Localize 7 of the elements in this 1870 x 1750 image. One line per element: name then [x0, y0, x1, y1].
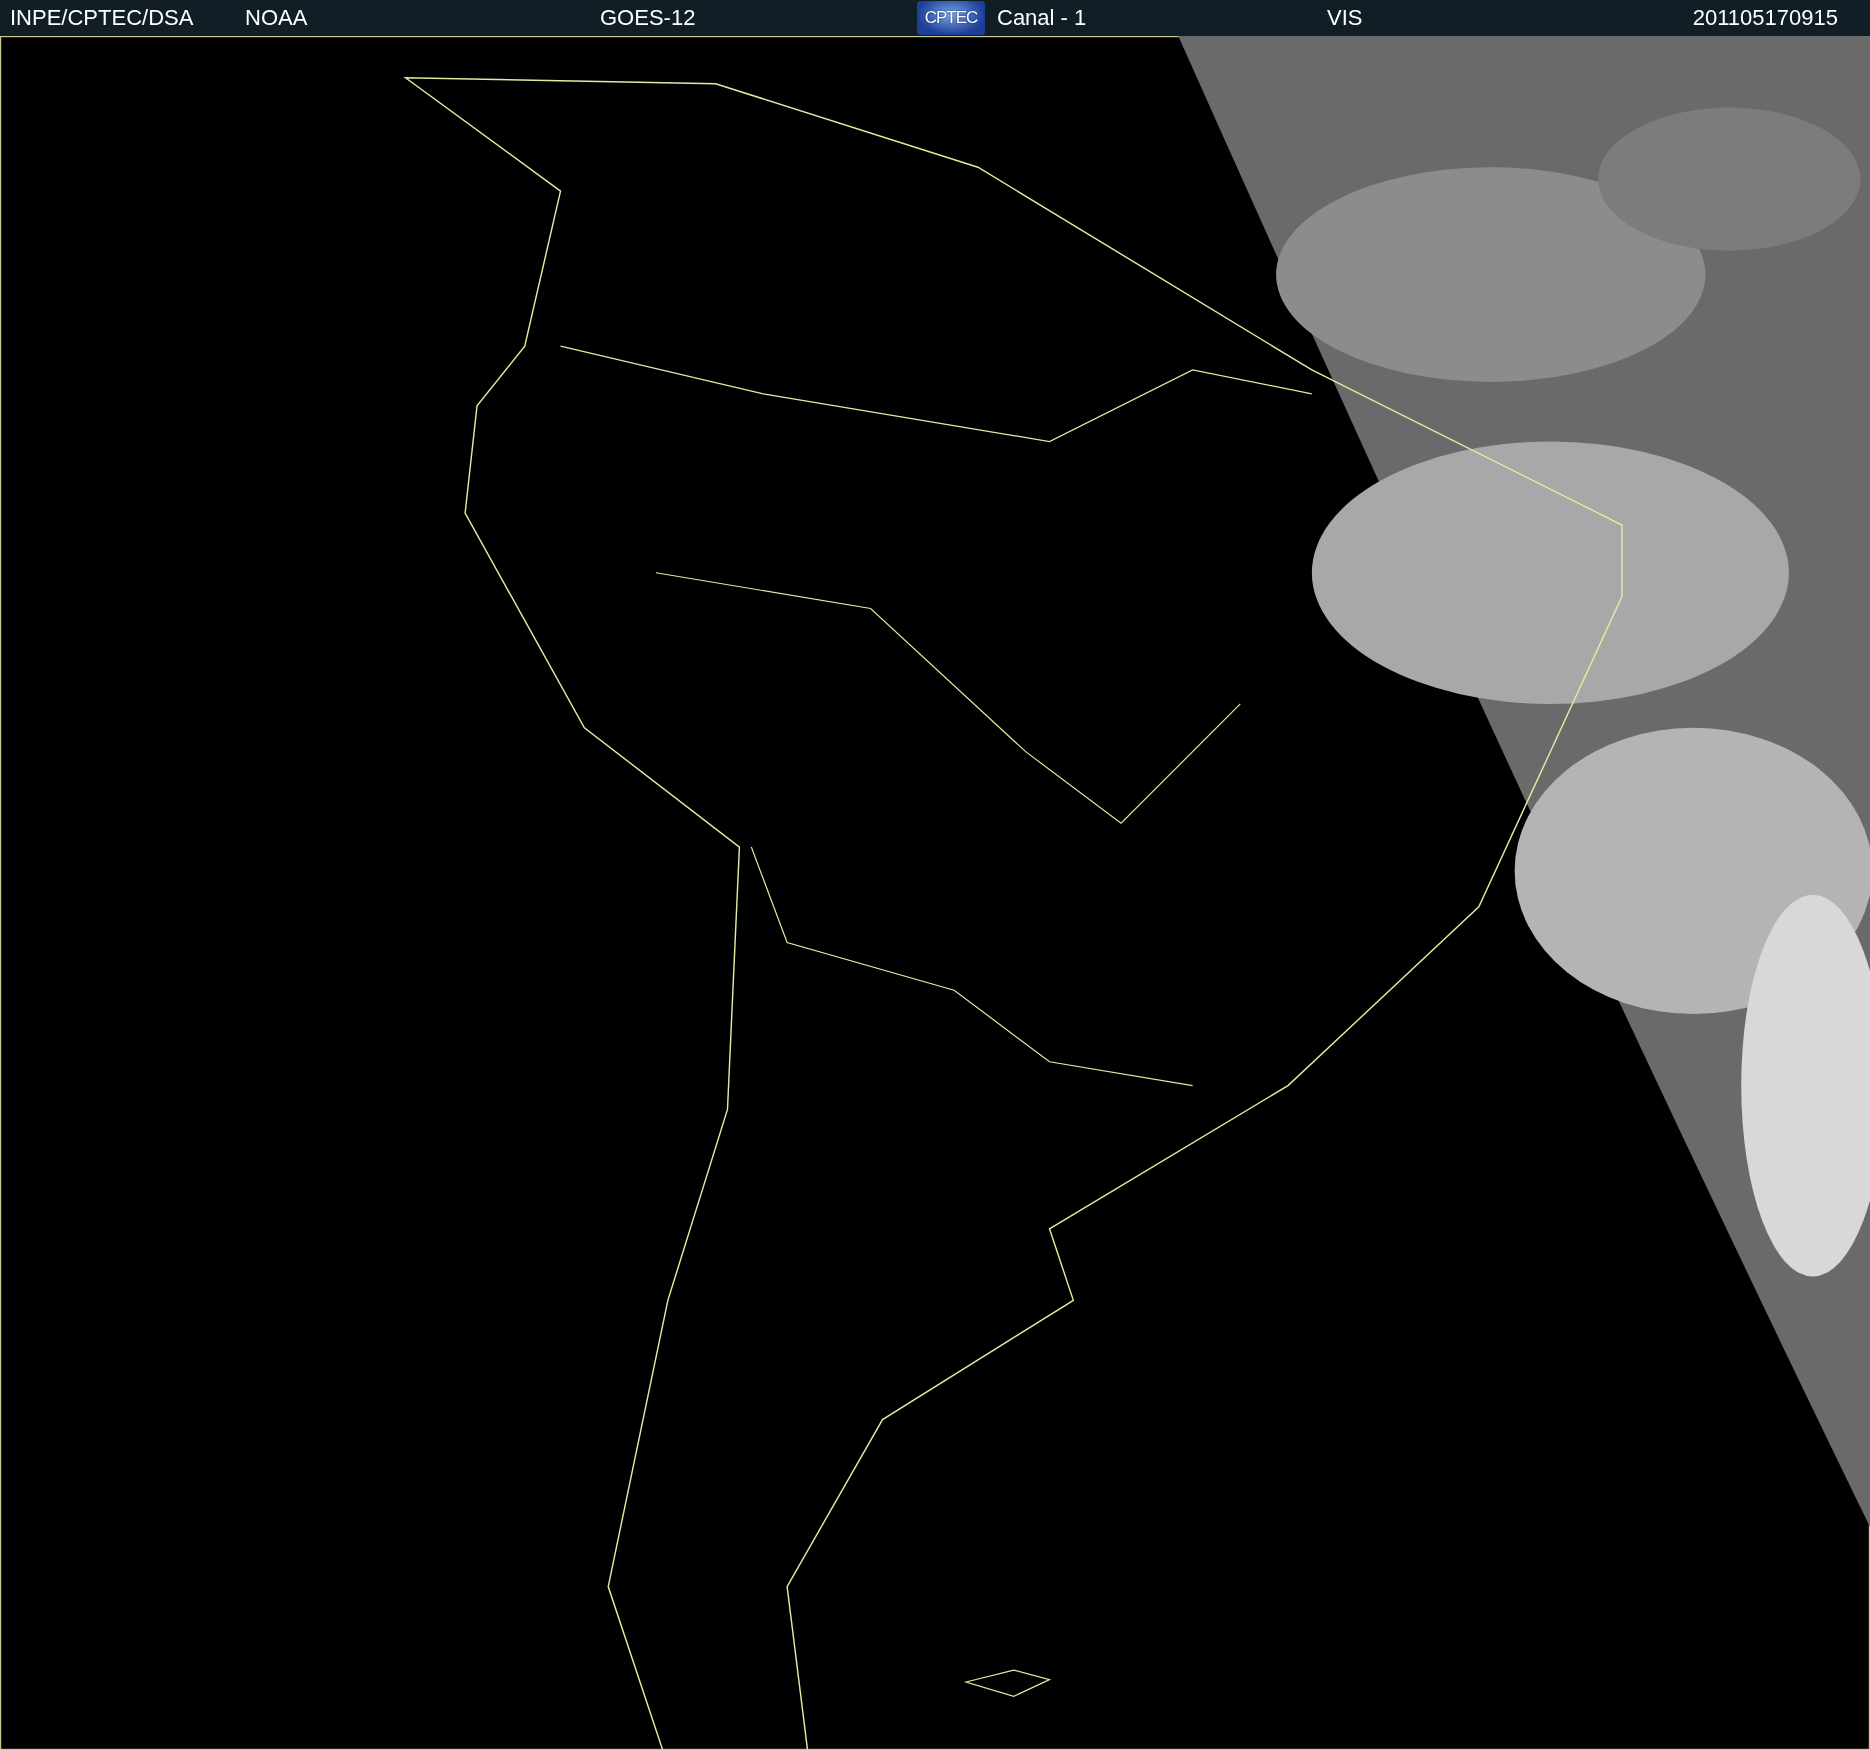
channel-label: Canal - 1	[997, 5, 1088, 31]
timestamp: 201105170915	[1692, 5, 1838, 31]
satellite-label: GOES-12	[600, 5, 697, 31]
source-label: INPE/CPTEC/DSA	[10, 5, 195, 31]
logo: CPTEC	[917, 1, 985, 35]
agency-label: NOAA	[245, 5, 309, 31]
band-label: VIS	[1327, 5, 1364, 31]
